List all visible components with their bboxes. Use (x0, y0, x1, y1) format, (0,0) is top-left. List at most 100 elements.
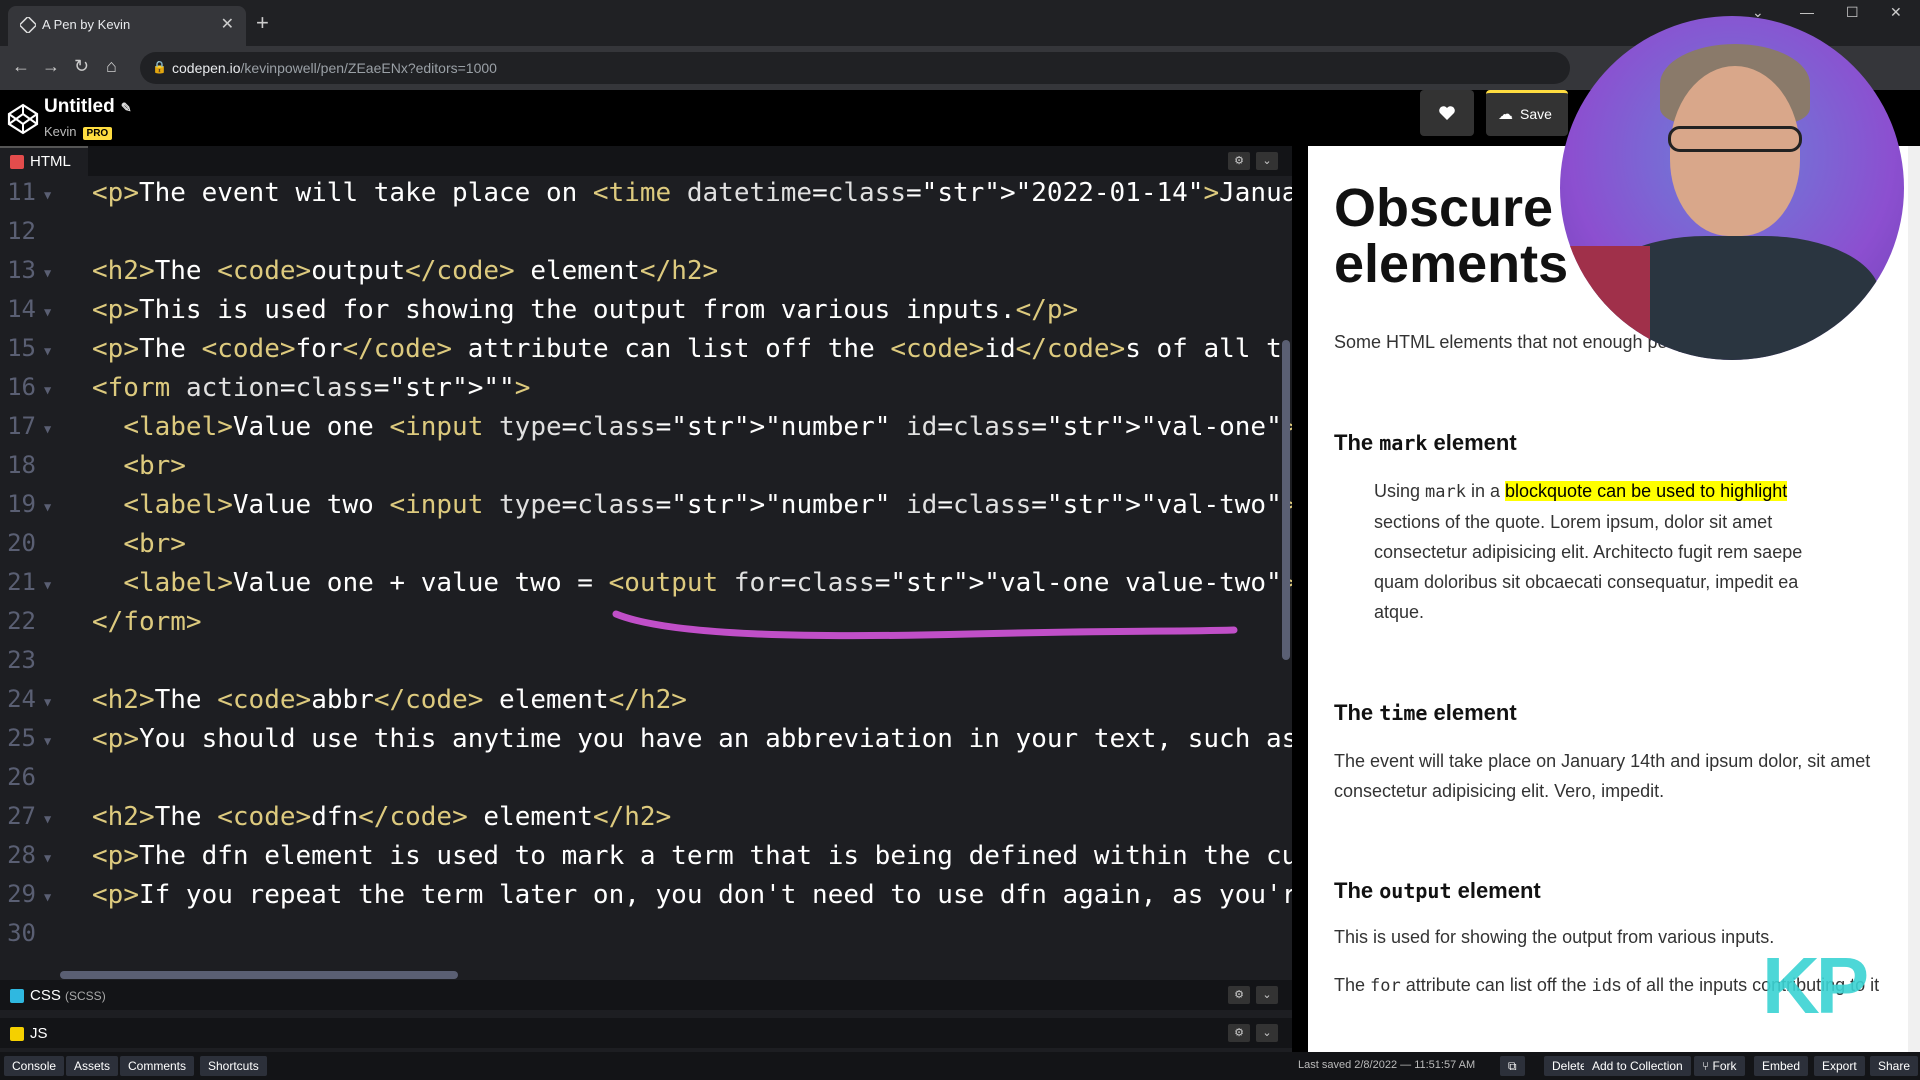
fold-arrow-icon[interactable]: ▼ (44, 383, 51, 397)
back-icon[interactable]: ← (12, 56, 30, 77)
add-to-collection-button[interactable]: Add to Collection (1584, 1056, 1691, 1076)
console-button[interactable]: Console (4, 1056, 65, 1076)
time-heading: The time element (1334, 700, 1517, 726)
fold-arrow-icon[interactable]: ▼ (44, 422, 51, 436)
url-host: codepen.io (172, 60, 241, 76)
code-text: </form> (92, 607, 202, 637)
embed-button[interactable]: Embed (1754, 1056, 1809, 1076)
heading-code: output (1379, 879, 1452, 903)
line-number: 17 (7, 412, 36, 440)
html-code-editor[interactable]: 11 ▼ <p>The event will take place on <time… (0, 176, 1292, 1006)
fold-arrow-icon[interactable]: ▼ (44, 890, 51, 904)
editor-column: HTML ⚙ ⌄ 11 ▼ <p>The event will take place… (0, 146, 1292, 1052)
minimize-icon[interactable]: — (1800, 4, 1814, 20)
settings-gear-icon[interactable]: ⚙ (1228, 1024, 1250, 1042)
external-link-icon[interactable]: ⧉ (1500, 1056, 1525, 1076)
html-editor-label: HTML (30, 153, 71, 170)
line-number: 18 (7, 451, 36, 479)
line-number: 21 (7, 568, 36, 596)
js-editor-header[interactable]: JS ⚙ ⌄ (0, 1018, 1292, 1048)
close-tab-icon[interactable]: ✕ (221, 14, 234, 34)
time-paragraph: The event will take place on January 14t… (1334, 751, 1871, 801)
comments-button[interactable]: Comments (120, 1056, 195, 1076)
last-saved-status: Last saved 2/8/2022 — 11:51:57 AM (1298, 1059, 1476, 1071)
html-editor-header[interactable]: HTML ⚙ ⌄ (0, 146, 1292, 176)
fold-arrow-icon[interactable]: ▼ (44, 266, 51, 280)
new-tab-icon[interactable]: + (256, 10, 269, 36)
chevron-down-icon[interactable]: ⌄ (1256, 152, 1278, 170)
fold-arrow-icon[interactable]: ▼ (44, 578, 51, 592)
fold-arrow-icon[interactable]: ▼ (44, 344, 51, 358)
code-text: <h2>The <code>dfn</code> element</h2> (92, 802, 672, 832)
browser-tab-bar: A Pen by Kevin ✕ + ⌄ — ☐ ✕ (0, 0, 1920, 46)
settings-gear-icon[interactable]: ⚙ (1228, 152, 1250, 170)
line-number: 22 (7, 607, 36, 635)
home-icon[interactable]: ⌂ (106, 56, 117, 77)
code-text: <h2>The <code>abbr</code> element</h2> (92, 685, 687, 715)
cloud-icon: ☁ (1498, 106, 1513, 123)
editor-vertical-scrollbar[interactable] (1282, 340, 1290, 660)
fork-label: Fork (1712, 1059, 1737, 1073)
edit-pencil-icon[interactable]: ✎ (121, 100, 132, 115)
preview-scrollbar[interactable] (1908, 146, 1920, 1052)
pen-owner[interactable]: Kevin PRO (44, 124, 113, 140)
js-editor-label: JS (30, 1025, 48, 1042)
para-code: id (1591, 976, 1613, 996)
forward-icon[interactable]: → (42, 56, 60, 77)
export-button[interactable]: Export (1814, 1056, 1865, 1076)
css-badge-icon (10, 989, 24, 1003)
browser-tab[interactable]: A Pen by Kevin ✕ (8, 6, 246, 46)
shortcuts-button[interactable]: Shortcuts (200, 1056, 267, 1076)
share-button[interactable]: Share (1870, 1056, 1919, 1076)
line-number: 24 (7, 685, 36, 713)
code-text: <h2>The <code>output</code> element</h2> (92, 256, 719, 286)
fold-arrow-icon[interactable]: ▼ (44, 305, 51, 319)
line-number: 19 (7, 490, 36, 518)
pen-title[interactable]: Untitled ✎ (44, 96, 132, 118)
maximize-icon[interactable]: ☐ (1846, 4, 1859, 21)
line-number: 26 (7, 763, 36, 791)
output-heading: The output element (1334, 878, 1541, 904)
line-number: 13 (7, 256, 36, 284)
fold-arrow-icon[interactable]: ▼ (44, 734, 51, 748)
fold-arrow-icon[interactable]: ▼ (44, 695, 51, 709)
heading-text: element (1451, 878, 1541, 903)
fork-button[interactable]: ⑂ Fork (1694, 1056, 1745, 1076)
line-number: 14 (7, 295, 36, 323)
line-number: 28 (7, 841, 36, 869)
mark-blockquote: Using mark in a blockquote can be used t… (1374, 476, 1844, 627)
line-number: 27 (7, 802, 36, 830)
line-number: 15 (7, 334, 36, 362)
url-path: /kevinpowell/pen/ZEaeENx?editors=1000 (240, 60, 497, 76)
css-preprocessor: (SCSS) (65, 989, 106, 1003)
line-number: 23 (7, 646, 36, 674)
fold-arrow-icon[interactable]: ▼ (44, 500, 51, 514)
url-input[interactable]: 🔒 codepen.io/kevinpowell/pen/ZEaeENx?edi… (140, 52, 1570, 84)
code-text: <br> (123, 529, 186, 559)
line-number: 20 (7, 529, 36, 557)
heart-button[interactable] (1420, 90, 1474, 136)
fold-arrow-icon[interactable]: ▼ (44, 812, 51, 826)
reload-icon[interactable]: ↻ (74, 56, 89, 77)
tab-title: A Pen by Kevin (42, 17, 131, 32)
pen-owner-name: Kevin (44, 124, 77, 139)
assets-button[interactable]: Assets (66, 1056, 119, 1076)
css-editor-label: CSS (SCSS) (30, 987, 106, 1004)
fold-arrow-icon[interactable]: ▼ (44, 188, 51, 202)
chevron-down-icon[interactable]: ⌄ (1256, 1024, 1278, 1042)
css-editor-header[interactable]: CSS (SCSS) ⚙ ⌄ (0, 980, 1292, 1010)
heading-text: The (1334, 878, 1380, 903)
settings-gear-icon[interactable]: ⚙ (1228, 986, 1250, 1004)
quote-text: Using (1374, 481, 1426, 501)
code-text: <p>The dfn element is used to mark a ter… (92, 841, 1292, 871)
window-close-icon[interactable]: ✕ (1890, 4, 1902, 21)
code-text: <label>Value two <input type=class="str"… (123, 490, 1292, 520)
save-button[interactable]: ☁ Save (1486, 90, 1568, 136)
editor-horizontal-scrollbar[interactable] (60, 971, 458, 979)
quote-code: mark (1425, 482, 1466, 502)
chevron-down-icon[interactable]: ⌄ (1256, 986, 1278, 1004)
code-text: <p>The event will take place on <time da… (92, 178, 1292, 208)
fold-arrow-icon[interactable]: ▼ (44, 851, 51, 865)
codepen-logo-icon[interactable] (6, 102, 40, 136)
css-label-text: CSS (30, 987, 61, 1004)
